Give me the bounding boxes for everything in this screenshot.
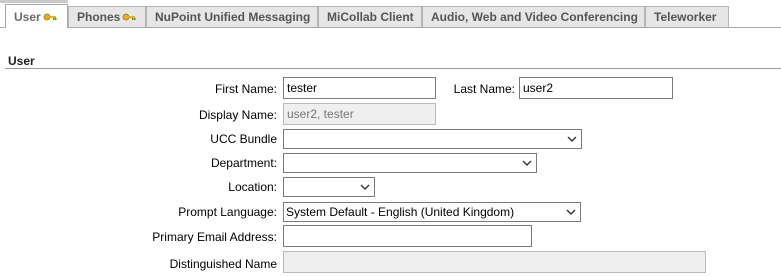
prompt-language-label: Prompt Language: [178, 205, 277, 219]
ucc-bundle-select[interactable] [283, 129, 582, 149]
last-name-label: Last Name: [453, 82, 515, 96]
section-title: User [8, 54, 35, 68]
tab-top-strip [0, 0, 68, 3]
tab-label: Audio, Web and Video Conferencing [431, 10, 638, 24]
tab-audio-web-video-conferencing[interactable]: Audio, Web and Video Conferencing [422, 6, 645, 27]
chevron-down-icon [567, 136, 577, 142]
tab-bar: User Phones NuPoint Unified Messaging Mi… [0, 0, 781, 28]
tab-label: NuPoint Unified Messaging [155, 10, 311, 24]
prompt-language-select[interactable]: System Default - English (United Kingdom… [283, 202, 581, 222]
tab-micollab-client[interactable]: MiCollab Client [318, 6, 422, 27]
chevron-down-icon [566, 209, 576, 215]
chevron-down-icon [360, 184, 370, 190]
display-name-label: Display Name: [198, 108, 277, 122]
tab-label: User [14, 10, 41, 24]
section-divider [5, 68, 781, 69]
first-name-label: First Name: [214, 82, 277, 96]
prompt-language-value: System Default - English (United Kingdom… [286, 205, 515, 219]
primary-email-label: Primary Email Address: [152, 230, 277, 244]
distinguished-name-field [283, 251, 706, 273]
tab-bar-divider [0, 27, 781, 28]
ucc-bundle-label: UCC Bundle [210, 132, 277, 146]
display-name-field: user2, tester [283, 103, 436, 125]
distinguished-name-label: Distinguished Name [169, 257, 277, 271]
tab-phones[interactable]: Phones [68, 6, 146, 27]
tab-label: MiCollab Client [327, 10, 414, 24]
primary-email-field[interactable] [283, 225, 532, 247]
location-label: Location: [228, 180, 277, 194]
key-icon [43, 6, 57, 30]
key-icon [122, 8, 136, 28]
location-select[interactable] [283, 177, 375, 197]
department-select[interactable] [283, 153, 537, 173]
first-name-field[interactable]: tester [283, 77, 436, 99]
tab-label: Teleworker [654, 10, 717, 24]
department-label: Department: [210, 156, 277, 170]
tab-nupoint-unified-messaging[interactable]: NuPoint Unified Messaging [146, 6, 318, 27]
tab-label: Phones [77, 10, 121, 24]
last-name-field[interactable]: user2 [519, 77, 673, 99]
tab-teleworker[interactable]: Teleworker [645, 6, 729, 27]
chevron-down-icon [522, 160, 532, 166]
tab-user[interactable]: User [5, 4, 68, 28]
